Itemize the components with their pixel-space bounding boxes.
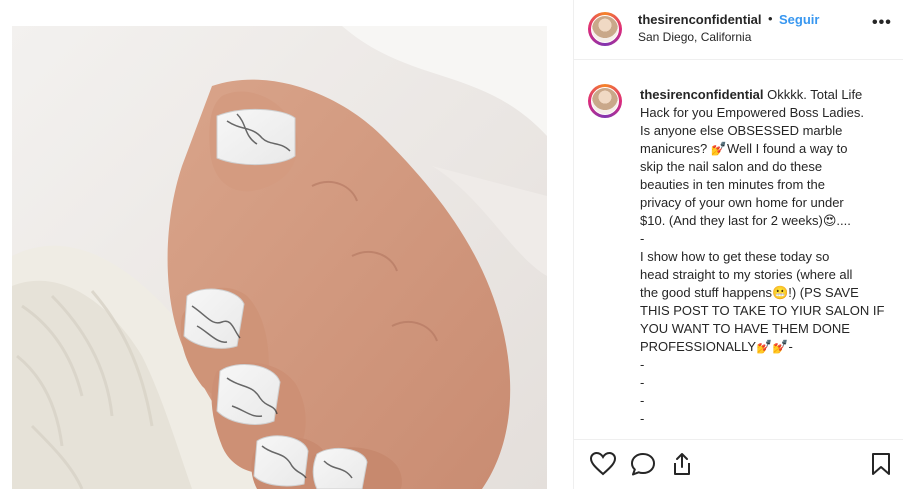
author-username[interactable]: thesirenconfidential bbox=[638, 12, 762, 27]
heart-icon[interactable] bbox=[589, 451, 617, 481]
caption-line: - bbox=[640, 357, 645, 372]
comment-icon[interactable] bbox=[630, 452, 656, 481]
bookmark-icon[interactable] bbox=[871, 452, 891, 481]
caption-author-avatar[interactable] bbox=[588, 84, 622, 118]
caption-line: $10. (And they last for 2 weeks)😍.... bbox=[640, 213, 851, 228]
caption-line: YOU WANT TO HAVE THEM DONE bbox=[640, 321, 850, 336]
caption-line: manicures? 💅Well I found a way to bbox=[640, 141, 848, 156]
author-avatar[interactable] bbox=[588, 12, 622, 46]
caption-line: skip the nail salon and do these bbox=[640, 159, 823, 174]
follow-button[interactable]: Seguir bbox=[779, 12, 819, 27]
caption-line: thesirenconfidential Okkkk. Total Life bbox=[640, 87, 863, 102]
post-location[interactable]: San Diego, California bbox=[638, 30, 751, 44]
caption-line: I show how to get these today so bbox=[640, 249, 830, 264]
separator-dot: • bbox=[768, 11, 773, 26]
share-icon[interactable] bbox=[670, 452, 694, 481]
caption-author-avatar-image bbox=[591, 87, 619, 115]
caption-line: head straight to my stories (where all bbox=[640, 267, 853, 282]
post-photo[interactable] bbox=[12, 26, 547, 489]
more-options-icon[interactable]: ••• bbox=[872, 14, 892, 32]
author-avatar-image bbox=[591, 15, 619, 43]
post-header: thesirenconfidential • Seguir San Diego,… bbox=[574, 0, 903, 60]
caption-line: - bbox=[640, 231, 645, 246]
caption-line: - bbox=[640, 393, 645, 408]
caption-line: Hack for you Empowered Boss Ladies. bbox=[640, 105, 864, 120]
post-actions-bar bbox=[574, 439, 903, 489]
caption-username[interactable]: thesirenconfidential bbox=[640, 87, 764, 102]
caption-line: beauties in ten minutes from the bbox=[640, 177, 825, 192]
caption-line: - bbox=[640, 411, 645, 426]
caption-line: THIS POST TO TAKE TO YIUR SALON IF bbox=[640, 303, 885, 318]
caption-text: thesirenconfidential Okkkk. Total Life H… bbox=[640, 86, 888, 428]
caption-line: PROFESSIONALLY💅💅- bbox=[640, 339, 793, 354]
caption-line: privacy of your own home for under bbox=[640, 195, 844, 210]
caption-line: - bbox=[640, 375, 645, 390]
post-details-panel: thesirenconfidential • Seguir San Diego,… bbox=[573, 0, 903, 489]
caption-line: the good stuff happens😬!) (PS SAVE bbox=[640, 285, 859, 300]
caption-line: Is anyone else OBSESSED marble bbox=[640, 123, 843, 138]
manicure-photo-illustration bbox=[12, 26, 547, 489]
post-media-panel bbox=[0, 0, 573, 489]
caption-comment: thesirenconfidential Okkkk. Total Life H… bbox=[574, 60, 903, 440]
